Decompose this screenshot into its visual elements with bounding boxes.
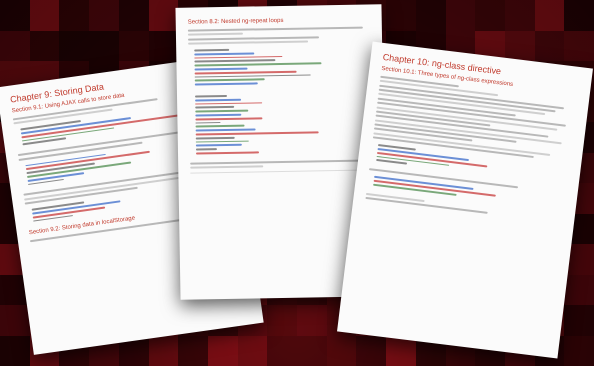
mosaic-tile bbox=[0, 335, 30, 366]
mosaic-tile bbox=[118, 0, 149, 31]
mosaic-tile bbox=[564, 274, 594, 305]
mosaic-tile bbox=[148, 0, 179, 31]
mosaic-tile bbox=[29, 30, 60, 61]
mosaic-tile bbox=[118, 30, 149, 61]
mosaic-tile bbox=[59, 0, 90, 31]
mosaic-tile bbox=[178, 335, 208, 366]
mosaic-tile bbox=[475, 0, 505, 31]
mosaic-tile bbox=[445, 0, 476, 31]
mosaic-tile bbox=[89, 0, 119, 31]
mosaic-tile bbox=[386, 0, 416, 31]
mosaic-tile bbox=[564, 0, 594, 31]
mosaic-tile bbox=[0, 0, 30, 31]
mosaic-tile bbox=[0, 30, 30, 61]
mosaic-tile bbox=[267, 305, 297, 336]
section-title: Section 8.2: Nested ng-repeat loops bbox=[187, 17, 284, 26]
mosaic-tile bbox=[207, 335, 238, 366]
mosaic-tile bbox=[415, 0, 446, 31]
mosaic-tile bbox=[326, 335, 357, 366]
mosaic-tile bbox=[148, 335, 179, 366]
document-page-right: Chapter 10: ng-class directive Section 1… bbox=[337, 41, 593, 359]
mosaic-tile bbox=[89, 30, 119, 61]
mosaic-tile bbox=[0, 305, 30, 336]
mosaic-tile bbox=[297, 305, 327, 336]
mosaic-tile bbox=[356, 335, 387, 366]
mosaic-tile bbox=[564, 335, 594, 366]
mosaic-tile bbox=[564, 30, 594, 61]
mosaic-tile bbox=[534, 30, 565, 61]
mosaic-tile bbox=[59, 30, 90, 61]
mosaic-tile bbox=[29, 0, 60, 31]
mosaic-tile bbox=[504, 0, 535, 31]
mosaic-tile bbox=[504, 30, 535, 61]
mosaic-tile bbox=[297, 335, 327, 366]
mosaic-tile bbox=[564, 305, 594, 336]
mosaic-tile bbox=[148, 30, 179, 61]
mosaic-tile bbox=[237, 335, 268, 366]
mosaic-tile bbox=[267, 335, 297, 366]
mosaic-tile bbox=[534, 0, 565, 31]
